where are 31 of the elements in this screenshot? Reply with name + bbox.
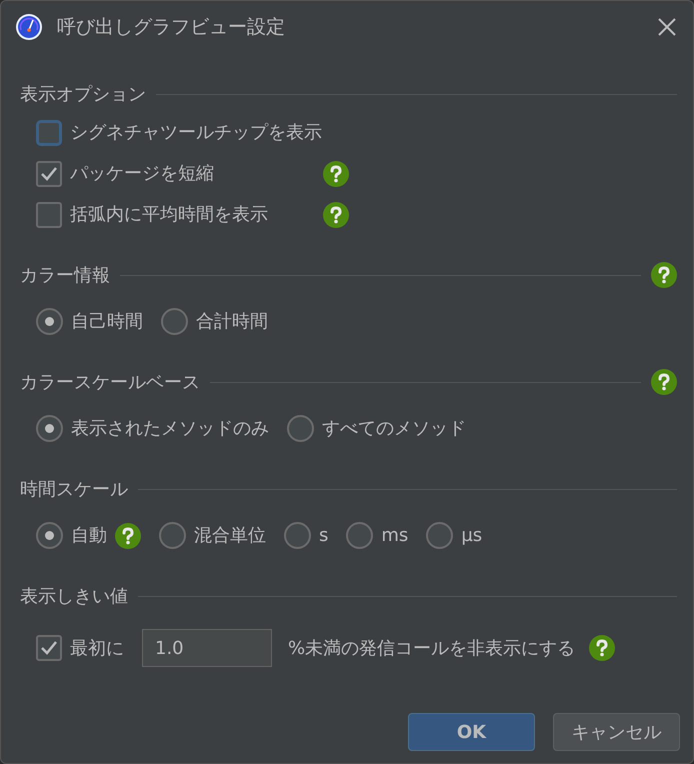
- help-icon[interactable]: [115, 522, 141, 548]
- checkbox[interactable]: 最初に: [36, 634, 124, 662]
- check-icon: [40, 640, 58, 656]
- section-title: カラースケールベース: [20, 370, 200, 394]
- field-suffix: %未満の発信コールを非表示にする: [288, 636, 576, 660]
- window-title: 呼び出しグラフビュー設定: [57, 14, 285, 40]
- checkbox[interactable]: パッケージを短縮: [36, 160, 315, 187]
- checkbox[interactable]: シグネチャツールチップを表示: [36, 119, 322, 146]
- help-icon[interactable]: [651, 369, 677, 395]
- radio-button[interactable]: ms: [346, 522, 408, 549]
- help-icon[interactable]: [651, 262, 677, 288]
- check-icon: [40, 166, 58, 182]
- checkbox[interactable]: 括弧内に平均時間を表示: [36, 201, 315, 228]
- radio-button[interactable]: すべてのメソッド: [287, 415, 466, 442]
- section-title: カラー情報: [20, 264, 110, 288]
- section-title: 時間スケール: [20, 478, 128, 502]
- radio-button[interactable]: 自己時間: [36, 308, 143, 335]
- radio-button[interactable]: 合計時間: [161, 308, 268, 335]
- cancel-button[interactable]: キャンセル: [553, 713, 680, 751]
- help-icon[interactable]: [323, 202, 349, 228]
- help-icon[interactable]: [589, 635, 616, 661]
- section-title: 表示オプション: [20, 82, 146, 106]
- radio-button[interactable]: 自動: [36, 522, 107, 549]
- section-title: 表示しきい値: [20, 584, 128, 608]
- input-field[interactable]: 1.0: [142, 629, 272, 667]
- radio-button[interactable]: 混合単位: [159, 522, 266, 549]
- ok-button[interactable]: OK: [408, 713, 535, 751]
- help-icon[interactable]: [323, 160, 349, 186]
- gauge-icon: [15, 13, 43, 41]
- radio-button[interactable]: μs: [426, 522, 482, 549]
- radio-button[interactable]: 表示されたメソッドのみ: [36, 415, 269, 442]
